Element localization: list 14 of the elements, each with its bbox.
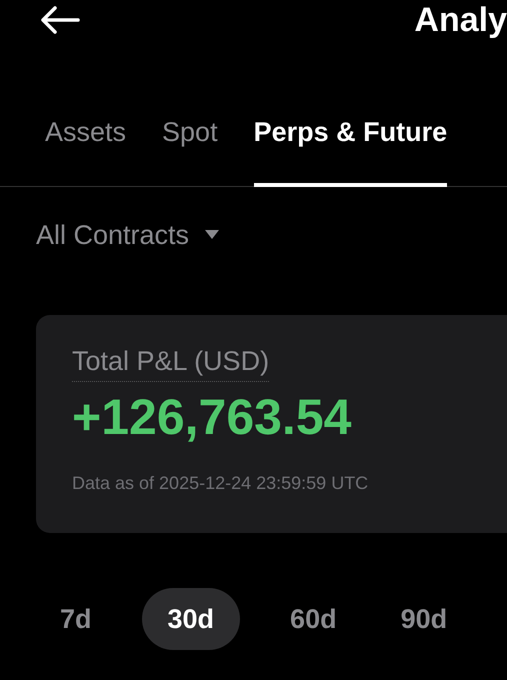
pnl-value: +126,763.54	[72, 392, 352, 442]
back-arrow-icon[interactable]	[40, 6, 80, 34]
period-tab[interactable]: 30d	[142, 588, 240, 650]
period-tab[interactable]: 7d	[46, 588, 106, 650]
page-title: Analy	[414, 3, 507, 37]
contracts-dropdown[interactable]: All Contracts	[36, 214, 220, 255]
caret-icon	[205, 230, 220, 240]
tab[interactable]: Perps & Future	[254, 112, 448, 186]
tab[interactable]: Spot	[162, 112, 218, 186]
period-tab[interactable]: 90d	[386, 588, 462, 650]
period-tab[interactable]: 60d	[276, 588, 351, 650]
pnl-label: Total P&L (USD)	[72, 345, 270, 382]
data-timestamp: Data as of 2025-12-24 23:59:59 UTC	[72, 472, 368, 495]
tab[interactable]: Assets	[45, 112, 126, 186]
